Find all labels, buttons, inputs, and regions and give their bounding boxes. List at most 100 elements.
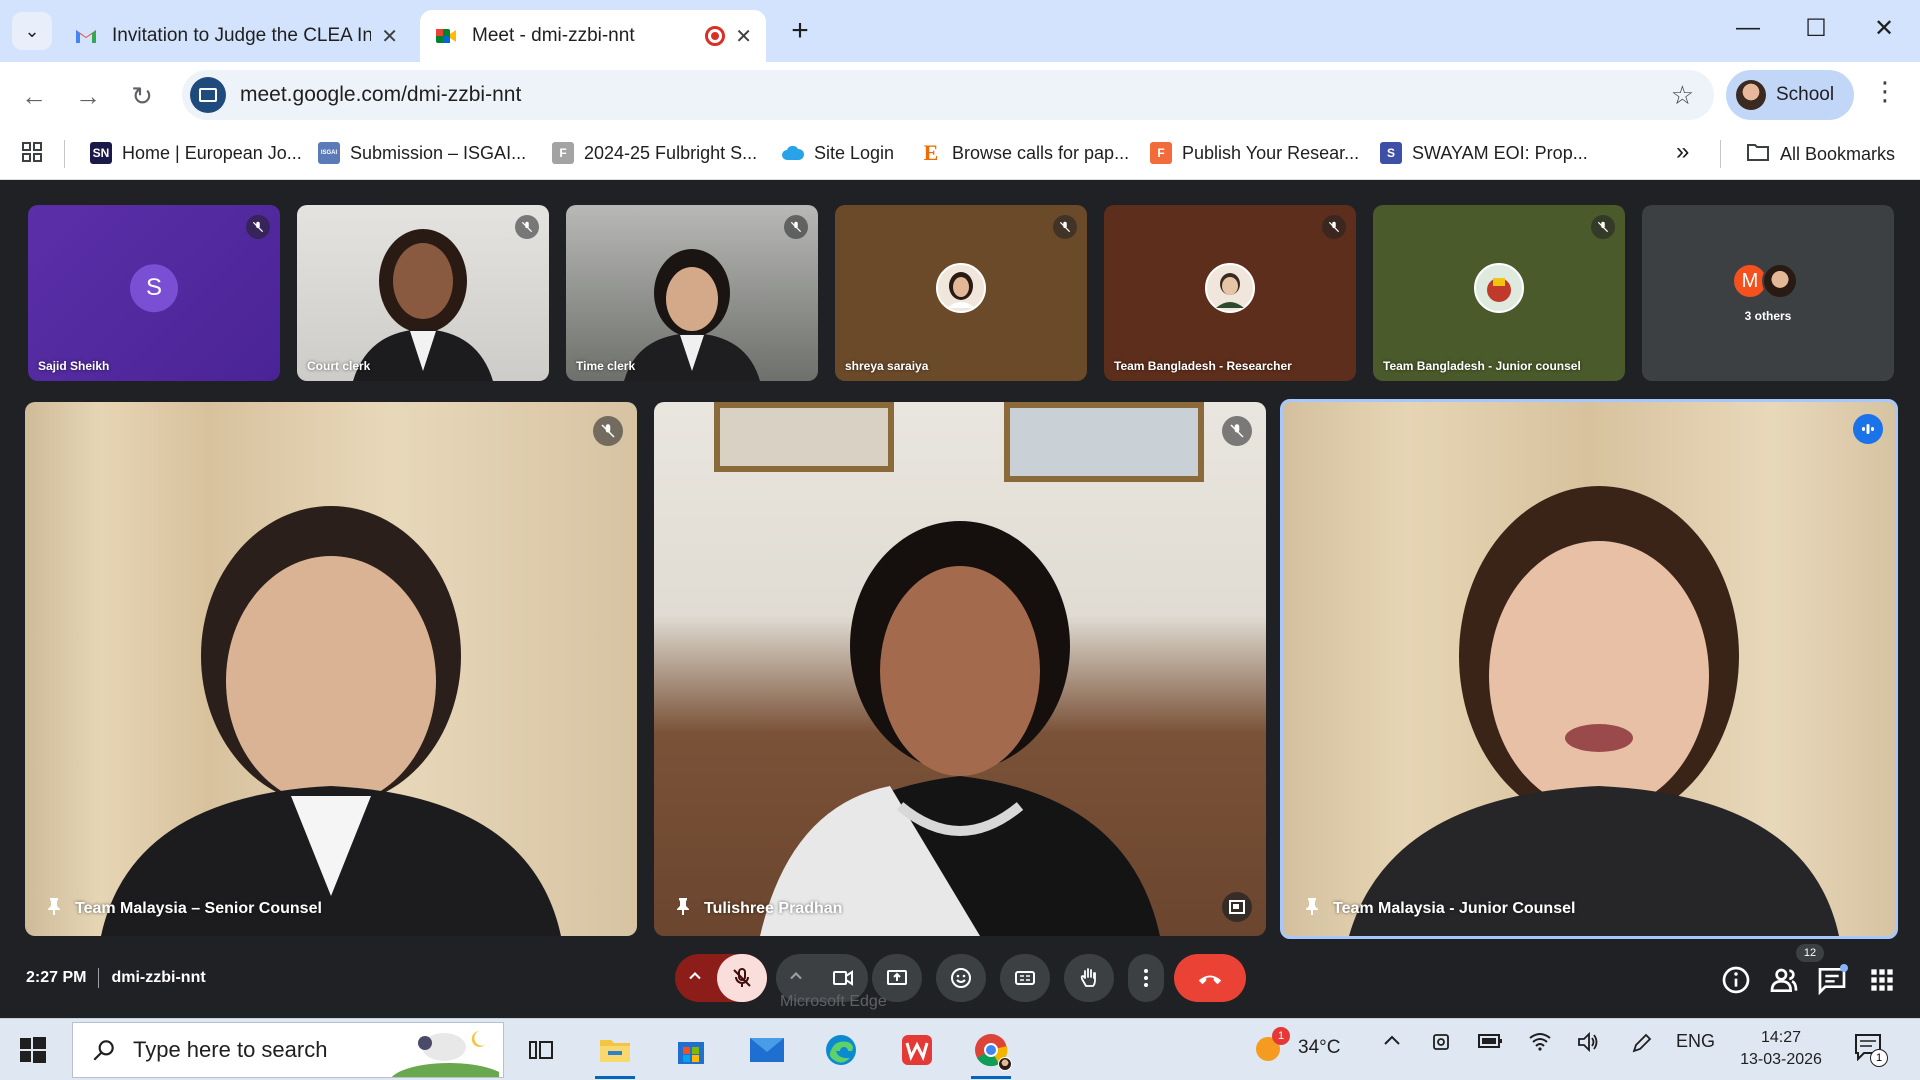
participant-video <box>101 506 561 936</box>
url-text[interactable]: meet.google.com/dmi-zzbi-nnt <box>240 83 1671 107</box>
bookmark-item[interactable]: F 2024-25 Fulbright S... <box>552 142 757 164</box>
search-icon <box>93 1040 114 1061</box>
mic-options-chevron-icon[interactable] <box>685 966 705 991</box>
microsoft-store-icon[interactable] <box>668 1027 714 1073</box>
edge-icon[interactable] <box>818 1027 864 1073</box>
close-icon[interactable]: ✕ <box>381 24 398 49</box>
taskbar-search-box[interactable]: Type here to search <box>72 1022 504 1078</box>
mic-off-icon <box>1322 215 1346 239</box>
reload-icon: ↻ <box>131 80 153 111</box>
wps-office-icon[interactable] <box>894 1027 940 1073</box>
divider <box>1720 140 1721 168</box>
bookmark-label: Publish Your Resear... <box>1182 142 1360 163</box>
bookmark-item[interactable]: F Publish Your Resear... <box>1150 142 1359 164</box>
windows-start-icon[interactable] <box>20 1037 46 1068</box>
people-button[interactable] <box>1768 964 1800 996</box>
bookmark-item[interactable]: Site Login <box>782 142 894 164</box>
reactions-button[interactable] <box>936 954 986 1002</box>
bookmark-favicon: S <box>1380 142 1402 164</box>
bookmark-item[interactable]: ISGAI Submission – ISGAI... <box>318 142 526 164</box>
pin-icon[interactable] <box>47 897 61 920</box>
raise-hand-button[interactable] <box>1064 954 1114 1002</box>
battery-icon[interactable] <box>1478 1031 1504 1056</box>
new-tab-button[interactable]: + <box>782 14 818 48</box>
maximize-button[interactable]: ☐ <box>1796 14 1836 43</box>
mic-button-group <box>675 954 767 1002</box>
participant-tile[interactable]: Team Bangladesh - Researcher <box>1104 205 1356 381</box>
captions-button[interactable] <box>1000 954 1050 1002</box>
meet-stage: S Sajid Sheikh Court clerk Time clerk sh… <box>0 180 1920 1018</box>
back-button[interactable]: ← <box>14 76 54 116</box>
tab-gmail[interactable]: Invitation to Judge the CLEA Int ✕ <box>60 10 412 62</box>
reload-button[interactable]: ↻ <box>122 76 162 116</box>
weather-badge: 1 <box>1272 1027 1290 1045</box>
meet-now-icon[interactable] <box>1430 1031 1452 1058</box>
participant-name: Sajid Sheikh <box>38 359 110 373</box>
pen-icon[interactable] <box>1630 1031 1654 1060</box>
tab-title: Invitation to Judge the CLEA Int <box>112 25 372 46</box>
participant-name: Time clerk <box>576 359 636 373</box>
bookmark-favicon: SN <box>90 142 112 164</box>
close-window-button[interactable]: ✕ <box>1864 14 1904 43</box>
people-icon <box>1770 968 1798 992</box>
volume-icon[interactable] <box>1576 1031 1600 1058</box>
browser-menu-button[interactable]: ⋮ <box>1872 76 1898 107</box>
bookmark-item[interactable]: S SWAYAM EOI: Prop... <box>1380 142 1588 164</box>
bookmark-item[interactable]: E Browse calls for pap... <box>920 140 1129 165</box>
mail-icon[interactable] <box>744 1027 790 1073</box>
bookmark-label: SWAYAM EOI: Prop... <box>1412 142 1588 163</box>
notification-center-button[interactable]: 1 <box>1854 1033 1888 1067</box>
file-explorer-icon[interactable] <box>592 1027 638 1079</box>
minimize-button[interactable]: — <box>1728 14 1768 42</box>
participant-tile[interactable]: Court clerk <box>297 205 549 381</box>
address-bar[interactable]: meet.google.com/dmi-zzbi-nnt ☆ <box>182 70 1714 120</box>
participant-tile[interactable]: S Sajid Sheikh <box>28 205 280 381</box>
forward-button[interactable]: → <box>68 76 108 116</box>
emoji-icon <box>951 968 971 988</box>
wall-frame <box>714 402 894 472</box>
site-info-icon[interactable] <box>190 77 226 113</box>
camera-options-chevron-icon[interactable] <box>786 966 806 991</box>
more-options-button[interactable] <box>1128 954 1164 1002</box>
all-bookmarks-button[interactable]: All Bookmarks <box>1746 142 1895 167</box>
others-tile[interactable]: M 3 others <box>1642 205 1894 381</box>
weather-widget[interactable]: 1 34°C <box>1252 1027 1340 1065</box>
apps-grid-icon[interactable] <box>20 140 44 169</box>
bookmark-item[interactable]: SN Home | European Jo... <box>90 142 302 164</box>
clock-time: 14:27 <box>1760 1029 1802 1046</box>
activities-button[interactable] <box>1866 964 1898 996</box>
participant-tile-main[interactable]: Tulishree Pradhan <box>654 402 1266 936</box>
chat-button[interactable] <box>1816 964 1848 996</box>
bookmark-label: Site Login <box>814 142 895 163</box>
chrome-icon[interactable] <box>968 1027 1014 1079</box>
meeting-details-button[interactable] <box>1720 964 1752 996</box>
participant-name-row: Team Malaysia – Senior Counsel <box>47 897 322 920</box>
wifi-icon[interactable] <box>1528 1031 1552 1056</box>
profile-button[interactable]: School <box>1726 70 1854 120</box>
leave-call-button[interactable] <box>1174 954 1246 1002</box>
input-language[interactable]: ENG <box>1676 1031 1715 1052</box>
participant-tile-main[interactable]: Team Malaysia – Senior Counsel <box>25 402 637 936</box>
pin-icon[interactable] <box>1305 897 1319 920</box>
meeting-code[interactable]: dmi-zzbi-nnt <box>111 969 205 987</box>
participant-tile[interactable]: Time clerk <box>566 205 818 381</box>
participant-name-row: Team Malaysia - Junior Counsel <box>1305 897 1575 920</box>
system-clock[interactable]: 14:27 13-03-2026 <box>1736 1027 1826 1071</box>
bookmark-star-icon[interactable]: ☆ <box>1671 80 1694 111</box>
pin-icon[interactable] <box>676 897 690 920</box>
presentation-icon[interactable] <box>1222 892 1252 922</box>
participant-tile[interactable]: shreya saraiya <box>835 205 1087 381</box>
clock-date: 13-03-2026 <box>1740 1051 1822 1068</box>
mic-off-icon <box>593 416 623 446</box>
tab-meet[interactable]: Meet - dmi-zzbi-nnt ✕ <box>420 10 766 62</box>
bookmarks-overflow-button[interactable]: » <box>1676 138 1689 166</box>
chevron-up-icon[interactable] <box>1382 1031 1402 1056</box>
close-icon[interactable]: ✕ <box>735 24 752 49</box>
mic-toggle-button[interactable] <box>717 954 767 1002</box>
participant-tile[interactable]: Team Bangladesh - Junior counsel <box>1373 205 1625 381</box>
search-placeholder: Type here to search <box>133 1037 328 1062</box>
participant-name: Team Bangladesh - Researcher <box>1114 359 1292 373</box>
task-view-icon[interactable] <box>518 1027 564 1073</box>
tab-search-button[interactable]: ⌄ <box>12 12 52 50</box>
participant-tile-main-active-speaker[interactable]: Team Malaysia - Junior Counsel <box>1280 399 1898 939</box>
